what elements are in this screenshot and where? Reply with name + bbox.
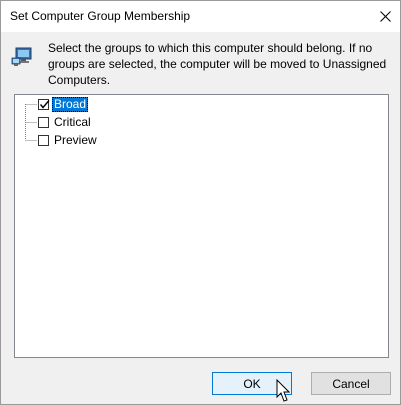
group-item-preview[interactable]: Preview — [38, 132, 99, 148]
title-bar: Set Computer Group Membership — [1, 1, 400, 32]
group-item-critical[interactable]: Critical — [38, 114, 93, 130]
preview-checkbox[interactable] — [38, 134, 49, 146]
close-icon — [379, 11, 391, 22]
close-button[interactable] — [370, 1, 400, 32]
group-label-preview: Preview — [54, 132, 97, 147]
cancel-button[interactable]: Cancel — [311, 372, 391, 395]
set-computer-group-dialog: Set Computer Group Membership Select the… — [0, 0, 401, 405]
group-label-critical: Critical — [54, 114, 91, 129]
group-item-broad[interactable]: Broad — [38, 96, 89, 112]
ok-button[interactable]: OK — [212, 372, 292, 395]
critical-checkbox[interactable] — [38, 116, 49, 128]
computer-network-icon — [11, 47, 32, 66]
checkmark-icon — [39, 99, 50, 109]
group-tree[interactable]: Broad Critical Preview — [14, 94, 389, 358]
group-label-broad: Broad — [52, 96, 89, 112]
broad-checkbox[interactable] — [38, 98, 50, 110]
instruction-text: Select the groups to which this computer… — [48, 41, 387, 87]
window-title: Set Computer Group Membership — [10, 9, 191, 23]
